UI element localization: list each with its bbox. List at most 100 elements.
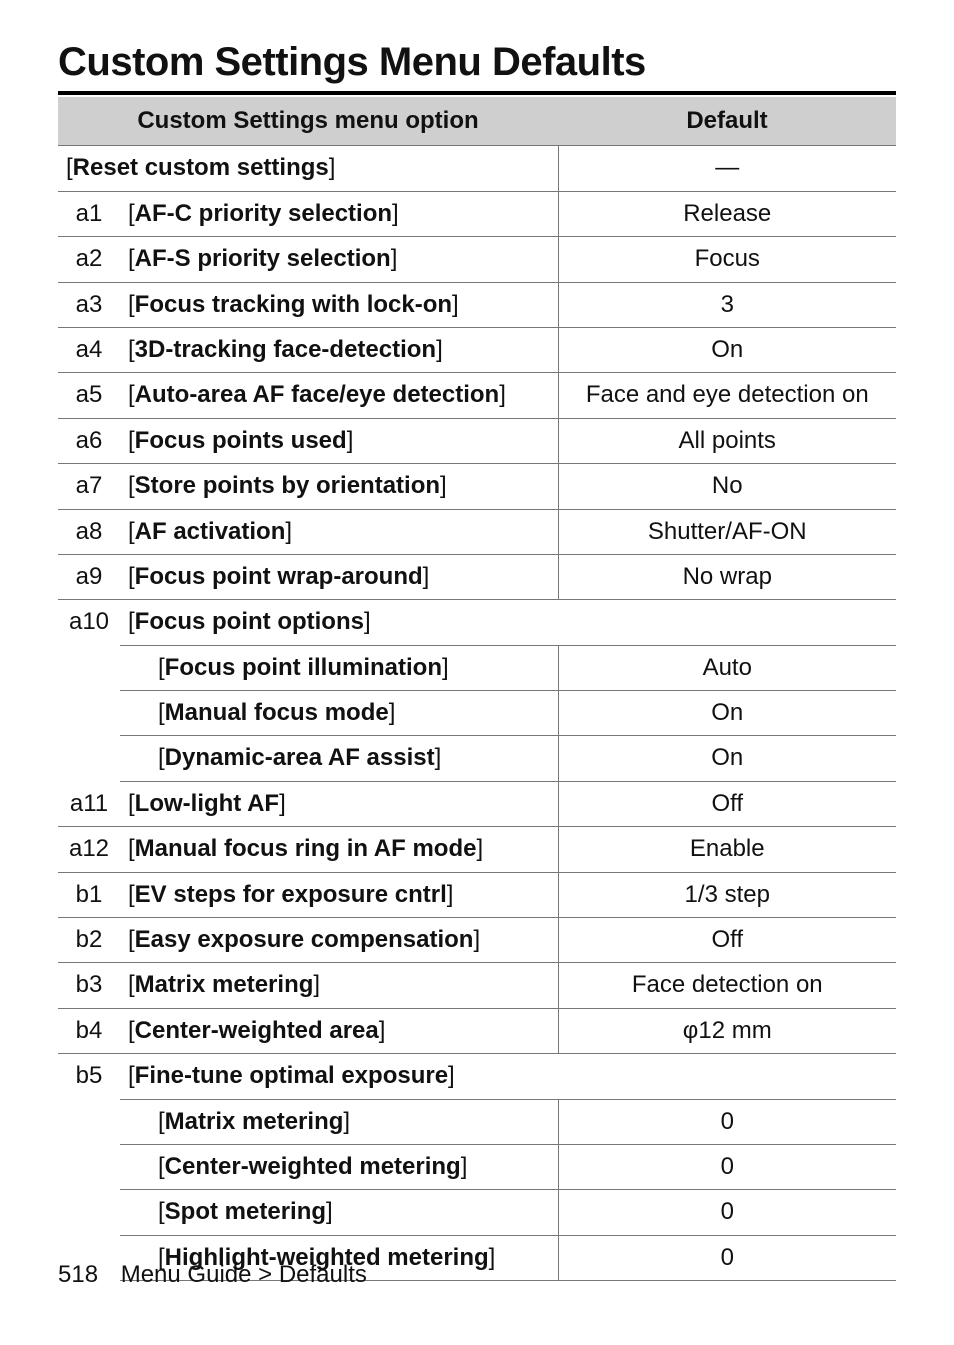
sub-indent (120, 1099, 150, 1144)
num: a7 (58, 464, 120, 509)
num: b3 (58, 963, 120, 1008)
num: a6 (58, 418, 120, 463)
row-a3: a3 [Focus tracking with lock-on] 3 (58, 282, 896, 327)
sub-indent (120, 736, 150, 781)
row-a5: a5 [Auto-area AF face/eye detection] Fac… (58, 373, 896, 418)
def: 0 (558, 1190, 896, 1235)
def: Off (558, 781, 896, 826)
opt: [Center-weighted area] (120, 1008, 558, 1053)
def: Off (558, 918, 896, 963)
num: a4 (58, 327, 120, 372)
num: a10 (58, 600, 120, 782)
opt: [Spot metering] (150, 1190, 558, 1235)
opt: [Fine-tune optimal exposure] (120, 1054, 896, 1099)
row-b1: b1 [EV steps for exposure cntrl] 1/3 ste… (58, 872, 896, 917)
row-b5-head: b5 [Fine-tune optimal exposure] (58, 1054, 896, 1099)
opt: [AF-S priority selection] (120, 237, 558, 282)
row-a2: a2 [AF-S priority selection] Focus (58, 237, 896, 282)
def: No (558, 464, 896, 509)
def: No wrap (558, 554, 896, 599)
row-a10-sub1: [Manual focus mode] On (58, 691, 896, 736)
def: Face and eye detection on (558, 373, 896, 418)
header-default: Default (558, 97, 896, 146)
defaults-table: Custom Settings menu option Default [Res… (58, 97, 896, 1281)
row-a1: a1 [AF-C priority selection] Release (58, 191, 896, 236)
table-header-row: Custom Settings menu option Default (58, 97, 896, 146)
sub-indent (120, 645, 150, 690)
row-reset: [Reset custom settings] — (58, 146, 896, 191)
row-a4: a4 [3D-tracking face-detection] On (58, 327, 896, 372)
def: On (558, 736, 896, 781)
opt: [Low-light AF] (120, 781, 558, 826)
opt: [Manual focus ring in AF mode] (120, 827, 558, 872)
num: a5 (58, 373, 120, 418)
num: a12 (58, 827, 120, 872)
row-a10-sub0: [Focus point illumination] Auto (58, 645, 896, 690)
opt: [Center-weighted metering] (150, 1144, 558, 1189)
num: b5 (58, 1054, 120, 1281)
opt: [Manual focus mode] (150, 691, 558, 736)
def: 0 (558, 1099, 896, 1144)
def: φ12 mm (558, 1008, 896, 1053)
num: a8 (58, 509, 120, 554)
opt: [Matrix metering] (150, 1099, 558, 1144)
row-a7: a7 [Store points by orientation] No (58, 464, 896, 509)
row-a11: a11 [Low-light AF] Off (58, 781, 896, 826)
reset-label-text: Reset custom settings (73, 154, 329, 181)
page-title: Custom Settings Menu Defaults (58, 40, 896, 85)
def: 0 (558, 1144, 896, 1189)
num: b2 (58, 918, 120, 963)
row-a10-head: a10 [Focus point options] (58, 600, 896, 645)
def: Face detection on (558, 963, 896, 1008)
def: Release (558, 191, 896, 236)
breadcrumb: Menu Guide > Defaults (121, 1261, 367, 1288)
row-a9: a9 [Focus point wrap-around] No wrap (58, 554, 896, 599)
num: a3 (58, 282, 120, 327)
page-footer: 518 Menu Guide > Defaults (58, 1261, 367, 1289)
opt: [Focus point wrap-around] (120, 554, 558, 599)
opt: [EV steps for exposure cntrl] (120, 872, 558, 917)
opt: [Focus tracking with lock-on] (120, 282, 558, 327)
def: Shutter/AF-ON (558, 509, 896, 554)
row-b4: b4 [Center-weighted area] φ12 mm (58, 1008, 896, 1053)
def: 0 (558, 1235, 896, 1280)
def: Focus (558, 237, 896, 282)
page-number: 518 (58, 1261, 98, 1288)
sub-indent (120, 1190, 150, 1235)
opt: [Focus point options] (120, 600, 896, 645)
def: Auto (558, 645, 896, 690)
def: All points (558, 418, 896, 463)
opt: [Auto-area AF face/eye detection] (120, 373, 558, 418)
row-b5-sub0: [Matrix metering] 0 (58, 1099, 896, 1144)
opt: [Focus point illumination] (150, 645, 558, 690)
num: a2 (58, 237, 120, 282)
row-b2: b2 [Easy exposure compensation] Off (58, 918, 896, 963)
opt: [3D-tracking face-detection] (120, 327, 558, 372)
cell-reset-label: [Reset custom settings] (58, 146, 558, 191)
row-a6: a6 [Focus points used] All points (58, 418, 896, 463)
opt: [AF-C priority selection] (120, 191, 558, 236)
row-a8: a8 [AF activation] Shutter/AF-ON (58, 509, 896, 554)
sub-indent (120, 691, 150, 736)
header-option: Custom Settings menu option (58, 97, 558, 146)
num: b4 (58, 1008, 120, 1053)
opt: [Focus points used] (120, 418, 558, 463)
num: a1 (58, 191, 120, 236)
def: Enable (558, 827, 896, 872)
row-b5-sub2: [Spot metering] 0 (58, 1190, 896, 1235)
cell-reset-default: — (558, 146, 896, 191)
num: b1 (58, 872, 120, 917)
def: On (558, 327, 896, 372)
row-b5-sub1: [Center-weighted metering] 0 (58, 1144, 896, 1189)
title-underline (58, 91, 896, 95)
opt: [Store points by orientation] (120, 464, 558, 509)
opt: [Easy exposure compensation] (120, 918, 558, 963)
opt: [Matrix metering] (120, 963, 558, 1008)
row-a10-sub2: [Dynamic-area AF assist] On (58, 736, 896, 781)
def: 1/3 step (558, 872, 896, 917)
sub-indent (120, 1144, 150, 1189)
opt: [AF activation] (120, 509, 558, 554)
def: On (558, 691, 896, 736)
opt: [Dynamic-area AF assist] (150, 736, 558, 781)
def: 3 (558, 282, 896, 327)
